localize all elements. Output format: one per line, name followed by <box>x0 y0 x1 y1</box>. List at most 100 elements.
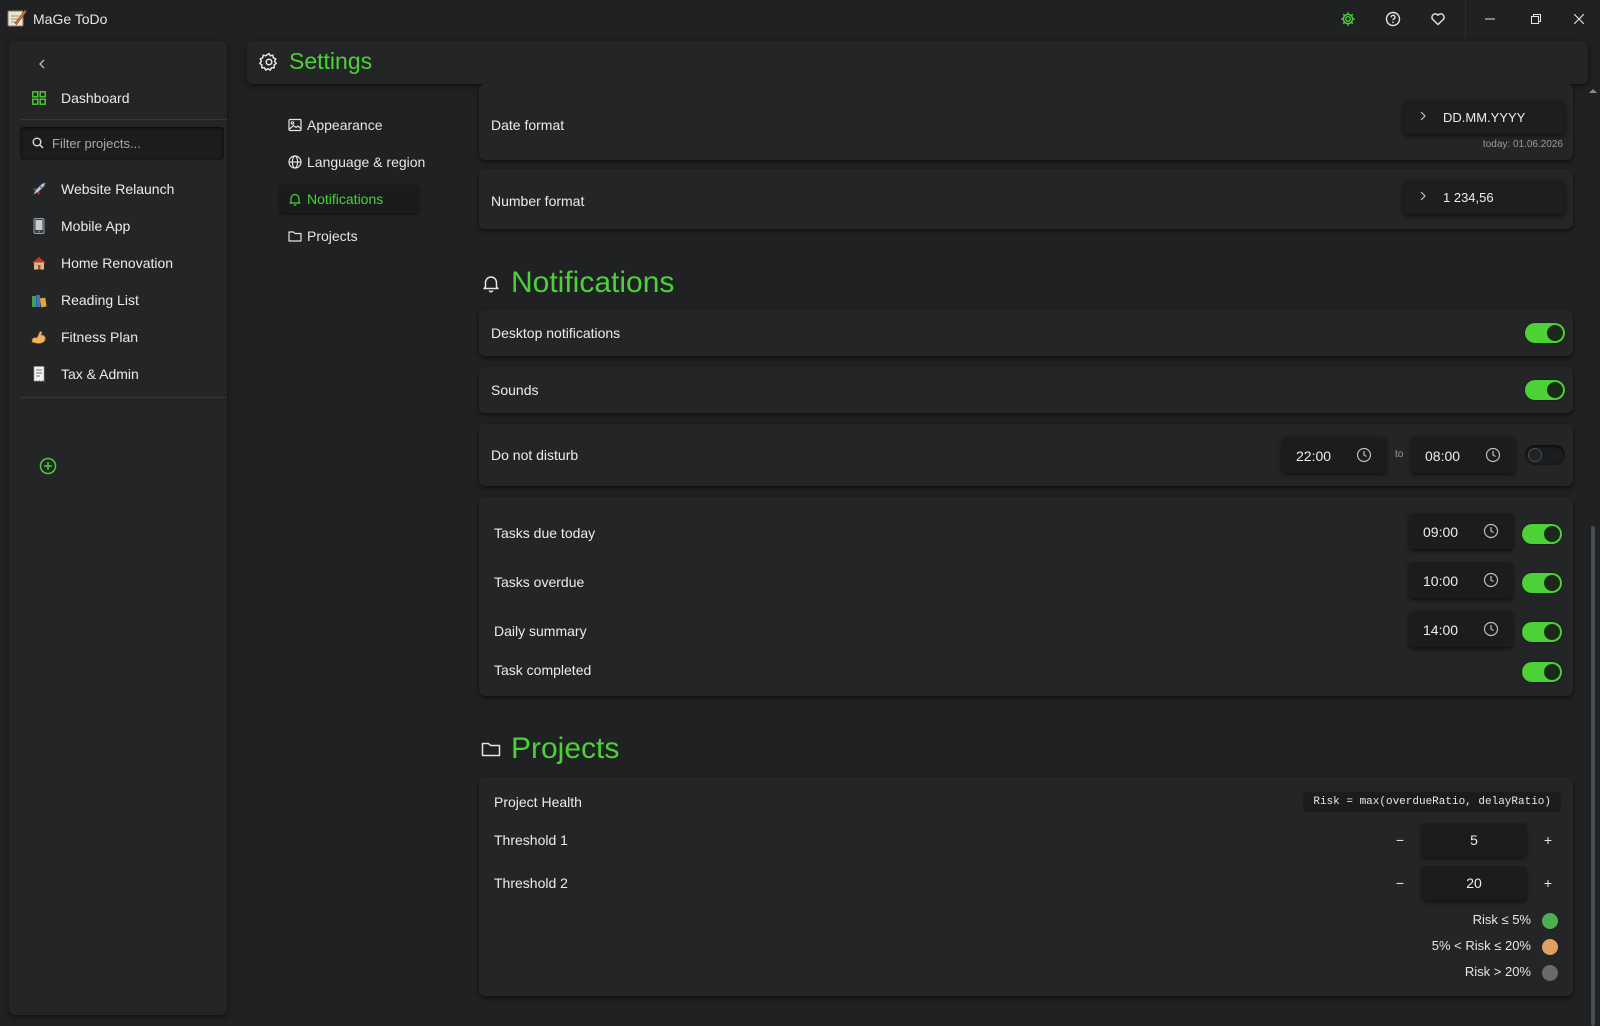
titlebar-divider <box>1465 0 1466 38</box>
gear-icon <box>259 52 279 72</box>
desktop-notifications-label: Desktop notifications <box>491 325 621 341</box>
tasks-overdue-time-field[interactable]: 10:00 <box>1409 562 1513 598</box>
scrollbar-thumb[interactable] <box>1591 526 1595 1026</box>
nav-label: Language & region <box>307 154 426 170</box>
sidebar: Dashboard Website Relaunch Mobile App Ho… <box>9 41 227 1015</box>
threshold-1-label: Threshold 1 <box>494 832 568 848</box>
receipt-icon <box>31 366 47 382</box>
section-title-text: Notifications <box>511 266 675 299</box>
search-icon <box>32 137 44 149</box>
do-not-disturb-toggle[interactable] <box>1525 445 1565 465</box>
number-format-dropdown[interactable]: 1 234,56 <box>1403 180 1565 214</box>
dnd-to-label: to <box>1395 449 1404 460</box>
house-icon <box>31 255 47 271</box>
folder-icon <box>481 739 501 759</box>
add-project-plus-icon[interactable] <box>39 457 57 475</box>
legend-medium-risk-dot <box>1542 939 1558 955</box>
nav-label: Projects <box>307 228 358 244</box>
sidebar-item-label: Website Relaunch <box>61 181 175 197</box>
daily-summary-time-field[interactable]: 14:00 <box>1409 611 1513 647</box>
restore-button[interactable] <box>1513 0 1559 38</box>
daily-summary-toggle[interactable] <box>1522 622 1562 642</box>
nav-label: Notifications <box>307 191 384 207</box>
sidebar-item-reading-list[interactable]: Reading List <box>21 283 217 317</box>
dnd-to-value: 08:00 <box>1425 448 1461 464</box>
threshold-1-input[interactable]: 5 <box>1422 823 1526 857</box>
app-logo-icon <box>7 8 27 28</box>
projects-section-title: Projects <box>481 729 619 769</box>
sidebar-divider <box>20 119 227 120</box>
globe-icon <box>288 155 302 169</box>
legend-high-risk-dot <box>1542 965 1558 981</box>
settings-gear-icon[interactable] <box>1337 8 1359 30</box>
title-bar: MaGe ToDo <box>0 0 1600 38</box>
threshold-1-increment-button[interactable]: + <box>1538 830 1558 850</box>
sounds-label: Sounds <box>491 382 539 398</box>
phone-icon <box>31 218 47 234</box>
sidebar-item-home-renovation[interactable]: Home Renovation <box>21 246 217 280</box>
tasks-overdue-toggle[interactable] <box>1522 573 1562 593</box>
sounds-card: Sounds <box>479 367 1573 413</box>
date-format-card: Date format DD.MM.YYYY today: 01.06.2026 <box>479 84 1573 160</box>
clock-icon <box>1483 621 1499 637</box>
task-completed-toggle[interactable] <box>1522 662 1562 682</box>
filter-projects-field[interactable] <box>20 127 224 160</box>
flexed-arm-icon <box>31 329 47 345</box>
sidebar-item-tax-admin[interactable]: Tax & Admin <box>21 357 217 391</box>
tasks-due-today-label: Tasks due today <box>494 525 596 541</box>
dnd-to-time-field[interactable]: 08:00 <box>1411 437 1515 473</box>
threshold-2-increment-button[interactable]: + <box>1538 873 1558 893</box>
threshold-2-input[interactable]: 20 <box>1422 866 1526 900</box>
nav-label: Appearance <box>307 117 383 133</box>
image-icon <box>288 118 302 132</box>
sidebar-item-label: Reading List <box>61 292 139 308</box>
sidebar-item-website-relaunch[interactable]: Website Relaunch <box>21 172 217 206</box>
dashboard-grid-icon <box>31 90 47 106</box>
tasks-overdue-label: Tasks overdue <box>494 574 585 590</box>
sidebar-item-label: Fitness Plan <box>61 329 139 345</box>
content-scrollbar[interactable] <box>1586 84 1600 1026</box>
clock-icon <box>1485 447 1501 463</box>
chevron-right-icon <box>1420 191 1426 201</box>
sounds-toggle[interactable] <box>1525 380 1565 400</box>
tasks-due-today-toggle[interactable] <box>1522 524 1562 544</box>
page-title: Settings <box>289 48 373 74</box>
threshold-1-decrement-button[interactable]: − <box>1390 830 1410 850</box>
collapse-sidebar-chevron-left-icon[interactable] <box>33 55 51 73</box>
tasks-due-today-time-field[interactable]: 09:00 <box>1409 513 1513 549</box>
settings-nav-projects[interactable]: Projects <box>280 222 366 250</box>
filter-projects-input[interactable] <box>52 127 217 160</box>
settings-nav-appearance[interactable]: Appearance <box>280 111 391 139</box>
rocket-icon <box>31 181 47 197</box>
scroll-up-arrow-icon[interactable] <box>1588 88 1598 94</box>
close-button[interactable] <box>1558 0 1600 38</box>
favorite-heart-icon[interactable] <box>1427 8 1449 30</box>
number-format-value: 1 234,56 <box>1443 190 1494 205</box>
tasks-overdue-time: 10:00 <box>1423 573 1459 589</box>
legend-medium-risk-label: 5% < Risk ≤ 20% <box>1431 938 1531 953</box>
reminders-card: Tasks due today 09:00 Tasks overdue 10:0… <box>479 497 1573 696</box>
date-format-hint: today: 01.06.2026 <box>1482 139 1563 150</box>
dnd-from-value: 22:00 <box>1296 448 1332 464</box>
sidebar-item-fitness-plan[interactable]: Fitness Plan <box>21 320 217 354</box>
folder-icon <box>288 229 302 243</box>
chevron-right-icon <box>1420 111 1426 121</box>
settings-nav-notifications[interactable]: Notifications <box>280 185 418 213</box>
date-format-value: DD.MM.YYYY <box>1443 110 1526 125</box>
desktop-notifications-toggle[interactable] <box>1525 323 1565 343</box>
section-title-text: Projects <box>511 732 620 765</box>
sidebar-item-mobile-app[interactable]: Mobile App <box>21 209 217 243</box>
bell-icon <box>481 273 501 293</box>
minimize-button[interactable] <box>1467 0 1513 38</box>
tasks-due-today-time: 09:00 <box>1423 524 1459 540</box>
help-icon[interactable] <box>1382 8 1404 30</box>
daily-summary-time: 14:00 <box>1423 622 1459 638</box>
date-format-dropdown[interactable]: DD.MM.YYYY <box>1403 100 1565 134</box>
sidebar-item-label: Tax & Admin <box>61 366 139 382</box>
sidebar-item-dashboard[interactable]: Dashboard <box>21 81 217 115</box>
do-not-disturb-label: Do not disturb <box>491 447 579 463</box>
threshold-2-decrement-button[interactable]: − <box>1390 873 1410 893</box>
project-health-label: Project Health <box>494 794 582 810</box>
settings-nav-language-region[interactable]: Language & region <box>280 148 433 176</box>
dnd-from-time-field[interactable]: 22:00 <box>1282 437 1386 473</box>
